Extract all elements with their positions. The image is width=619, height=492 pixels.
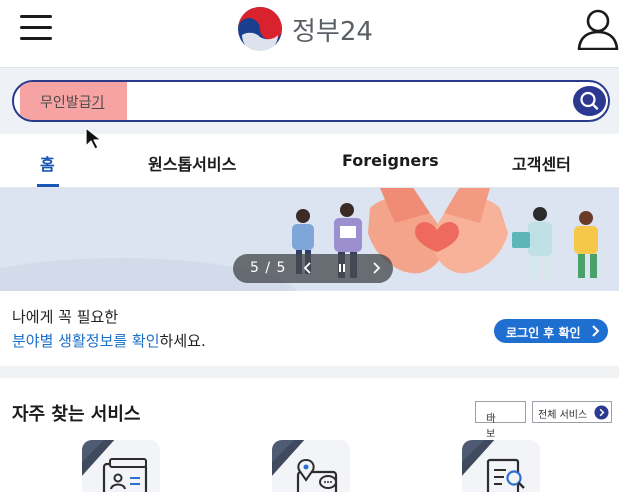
all-services-label: 전체 서비스 (538, 410, 588, 421)
header: 정부24 (0, 0, 619, 68)
info-line-1: 나에게 꼭 필요한 (12, 308, 119, 326)
search-value-main: 무인발급 (40, 95, 92, 111)
search-band: 무인발급기 (0, 68, 619, 134)
chevron-left-icon[interactable] (299, 259, 317, 277)
frequent-services-section: 자주 찾는 서비스 더보기 + 전체 서비스 (0, 378, 619, 492)
life-info-section: 나에게 꼭 필요한 분야별 생활정보를 확인하세요. 로그인 후 확인 (0, 292, 619, 366)
location-chat-icon (296, 458, 338, 492)
all-services-button[interactable]: 전체 서비스 (532, 401, 612, 423)
search-value-composing: 기 (91, 95, 105, 111)
search-icon (580, 91, 599, 110)
service-card[interactable] (272, 440, 350, 492)
promo-banner[interactable]: 5 / 5 (0, 188, 619, 291)
section-title: 자주 찾는 서비스 (12, 404, 141, 425)
tab-onestop-service[interactable]: 원스톱서비스 (148, 151, 236, 175)
logo-text: 정부24 (292, 16, 373, 47)
search-box[interactable]: 무인발급기 (12, 80, 610, 122)
tab-customer-center[interactable]: 고객센터 (512, 151, 571, 175)
service-card[interactable] (82, 440, 160, 492)
active-tab-indicator (37, 184, 59, 187)
government-emblem-icon (238, 7, 282, 53)
login-to-check-button[interactable]: 로그인 후 확인 (494, 319, 608, 343)
search-input[interactable]: 무인발급기 (40, 92, 104, 112)
document-search-icon (486, 458, 525, 492)
chevron-right-icon (592, 325, 600, 337)
pause-icon[interactable] (333, 259, 351, 277)
chevron-right-icon[interactable] (367, 259, 385, 277)
hamburger-menu-icon[interactable] (20, 13, 54, 43)
info-line-2: 분야별 생활정보를 확인하세요. (12, 330, 206, 351)
more-button[interactable]: 더보기 + (475, 401, 526, 455)
service-card[interactable] (462, 440, 540, 492)
plus-icon: + (486, 410, 497, 425)
info-rest-text: 하세요. (159, 332, 206, 350)
login-button-label: 로그인 후 확인 (506, 326, 581, 340)
section-divider (0, 366, 619, 378)
slide-counter: 5 / 5 (250, 260, 287, 276)
user-icon[interactable] (575, 8, 619, 51)
mouse-cursor-icon (85, 127, 102, 150)
tab-foreigners[interactable]: Foreigners (342, 151, 439, 170)
search-button[interactable] (573, 86, 606, 116)
tab-home[interactable]: 홈 (40, 151, 55, 175)
slider-controls: 5 / 5 (233, 254, 393, 283)
chevron-circle-right-icon (594, 405, 609, 420)
info-highlight-text: 분야별 생활정보를 확인 (12, 332, 160, 350)
id-document-icon (102, 458, 148, 492)
logo[interactable]: 정부24 (236, 5, 373, 53)
